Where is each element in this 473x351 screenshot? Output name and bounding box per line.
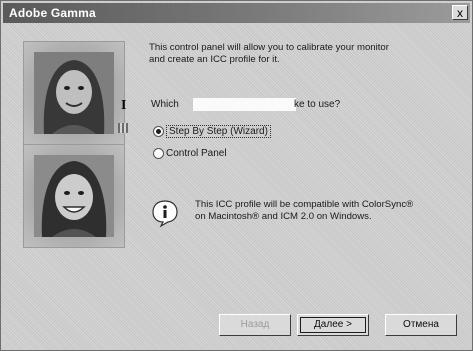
question-row: I Which ke to use? (121, 98, 351, 113)
next-button[interactable]: Далее > (297, 314, 369, 336)
question-highlight (193, 98, 296, 111)
radio-label: Step By Step (Wizard) (166, 125, 271, 138)
radio-selected-icon[interactable] (153, 125, 164, 137)
monitor-photo-top (23, 41, 125, 145)
back-button[interactable]: Назад (219, 314, 291, 336)
radio-control-panel[interactable]: Control Panel (153, 147, 227, 161)
radio-label: Control Panel (166, 148, 227, 159)
radio-step-by-step-wizard[interactable]: Step By Step (Wizard) (153, 125, 271, 139)
info-text: This ICC profile will be compatible with… (195, 199, 414, 222)
text-cursor-icon: I (121, 98, 127, 113)
intro-description: This control panel will allow you to cal… (149, 42, 389, 65)
window-title: Adobe Gamma (9, 6, 96, 20)
decorative-pattern (118, 123, 128, 133)
adobe-gamma-window: Adobe Gamma x This control panel will al… (0, 0, 473, 351)
radio-unselected-icon[interactable] (153, 147, 164, 159)
close-button[interactable]: x (452, 5, 468, 20)
close-icon: x (457, 6, 463, 20)
cancel-button[interactable]: Отмена (385, 314, 457, 336)
question-prefix: Which (151, 99, 179, 110)
monitor-photo-bottom (23, 144, 125, 248)
woman-portrait-icon (34, 155, 114, 237)
question-suffix: ke to use? (294, 99, 341, 110)
info-icon (152, 200, 178, 227)
title-bar[interactable]: Adobe Gamma x (3, 3, 470, 23)
woman-portrait-icon (34, 52, 114, 134)
